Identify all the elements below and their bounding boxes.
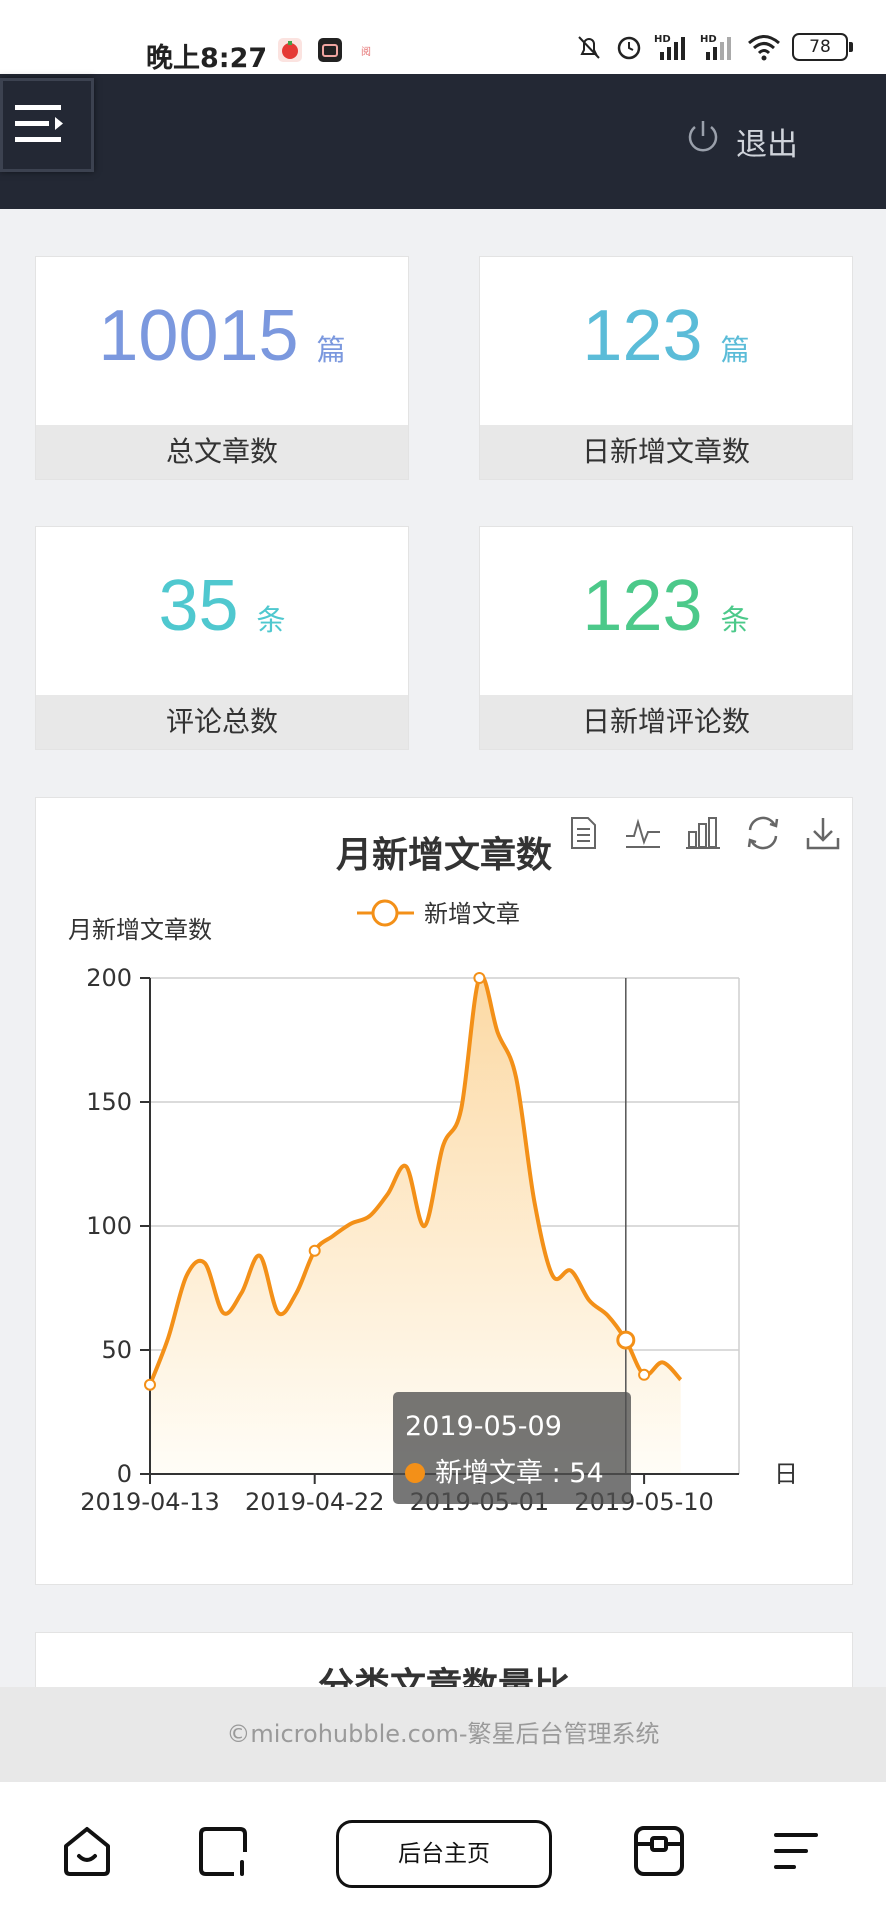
y-tick-label: 100 (86, 1212, 132, 1240)
legend-label: 新增文章 (424, 900, 520, 928)
stat-value: 10015 篇 (36, 295, 408, 377)
data-point (616, 1330, 636, 1350)
signal-2-icon: HD (700, 32, 736, 62)
tooltip-series-dot (405, 1463, 425, 1483)
stat-value: 123 条 (480, 565, 852, 647)
stat-number: 123 (582, 296, 703, 376)
svg-text:HD: HD (654, 34, 671, 45)
stat-card-daily-articles: 123 篇 日新增文章数 (479, 256, 853, 480)
x-tick-label: 2019-04-22 (245, 1488, 384, 1516)
stat-value: 35 条 (36, 565, 408, 647)
stat-unit: 条 (256, 603, 286, 637)
stat-unit: 篇 (720, 333, 750, 367)
tooltip-value: 新增文章 : 54 (435, 1458, 604, 1489)
logout-button[interactable]: 退出 (684, 118, 798, 164)
y-tick-label: 50 (101, 1336, 132, 1364)
sort-menu-icon[interactable] (768, 1822, 826, 1880)
stat-number: 10015 (98, 296, 299, 376)
app-header: 退出 (0, 74, 886, 209)
data-point (308, 1244, 321, 1257)
status-time: 晚上8:27 (146, 43, 268, 74)
stat-number: 123 (582, 566, 703, 646)
logout-label: 退出 (736, 126, 798, 163)
alarm-icon (614, 32, 644, 62)
camera-app-icon (318, 38, 342, 62)
status-bar: 晚上8:27 阅 HD HD 78 (0, 0, 886, 74)
copyright-footer: ©microhubble.com-繁星后台管理系统 (0, 1687, 886, 1782)
stat-label: 总文章数 (36, 425, 408, 479)
chart-tooltip: 2019-05-09 新增文章 : 54 (393, 1392, 631, 1504)
stat-value: 123 篇 (480, 295, 852, 377)
stat-card-total-comments: 35 条 评论总数 (35, 526, 409, 750)
stat-label: 评论总数 (36, 695, 408, 749)
y-axis-label: 月新增文章数 (68, 916, 212, 944)
stat-label: 日新增文章数 (480, 425, 852, 479)
power-icon (684, 118, 722, 164)
stat-unit: 条 (720, 603, 750, 637)
menu-toggle-button[interactable] (0, 78, 94, 172)
home-icon[interactable] (58, 1822, 116, 1880)
tooltip-date: 2019-05-09 (405, 1411, 562, 1442)
stat-label: 日新增评论数 (480, 695, 852, 749)
data-point (638, 1368, 651, 1381)
chart-legend[interactable]: 新增文章 (357, 899, 520, 928)
stat-number: 35 (158, 566, 239, 646)
y-tick-label: 200 (86, 964, 132, 992)
reader-app-icon: 阅 (358, 38, 382, 62)
window-icon[interactable] (194, 1822, 252, 1880)
wifi-icon (746, 32, 782, 62)
mute-bell-icon (574, 32, 604, 62)
admin-home-button[interactable]: 后台主页 (336, 1820, 552, 1888)
data-point (144, 1378, 156, 1391)
signal-1-icon: HD (654, 32, 690, 62)
battery-indicator: 78 (792, 33, 853, 61)
monthly-articles-chart-panel: 月新增文章数 0 50 100 150 200 2019-04-13 2019-04-22 2… (35, 797, 853, 1585)
tomato-app-icon (278, 38, 302, 62)
data-point (473, 972, 486, 984)
stat-card-daily-comments: 123 条 日新增评论数 (479, 526, 853, 750)
bottom-navbar: 后台主页 (0, 1782, 886, 1920)
svg-text:阅: 阅 (361, 45, 371, 58)
menu-fold-icon (15, 101, 67, 151)
legend-marker (371, 899, 399, 927)
x-axis-label: 日 (774, 1460, 798, 1488)
svg-text:HD: HD (700, 34, 717, 45)
stat-unit: 篇 (316, 333, 346, 367)
y-tick-label: 150 (86, 1088, 132, 1116)
y-tick-label: 0 (117, 1460, 132, 1488)
category-ratio-chart-panel: 分类文章数量比 (35, 1632, 853, 1694)
card-icon[interactable] (630, 1822, 688, 1880)
stat-card-total-articles: 10015 篇 总文章数 (35, 256, 409, 480)
x-tick-label: 2019-04-13 (80, 1488, 219, 1516)
area-chart: 0 50 100 150 200 2019-04-13 2019-04-22 2019-05-… (68, 899, 798, 1516)
